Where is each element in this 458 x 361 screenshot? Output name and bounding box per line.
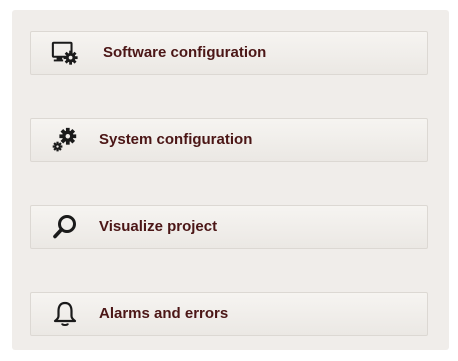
software-configuration-label: Software configuration	[103, 44, 267, 62]
system-configuration-label: System configuration	[99, 131, 253, 149]
bell-icon	[51, 300, 79, 328]
monitor-gear-icon	[51, 39, 79, 67]
visualize-project-label: Visualize project	[99, 218, 218, 236]
magnifier-icon	[51, 213, 79, 241]
visualize-project-button[interactable]: Visualize project	[30, 205, 428, 249]
alarms-and-errors-button[interactable]: Alarms and errors	[30, 292, 428, 336]
alarms-and-errors-label: Alarms and errors	[99, 305, 229, 323]
gears-icon	[51, 126, 79, 154]
system-configuration-button[interactable]: System configuration	[30, 118, 428, 162]
software-configuration-button[interactable]: Software configuration	[30, 31, 428, 75]
